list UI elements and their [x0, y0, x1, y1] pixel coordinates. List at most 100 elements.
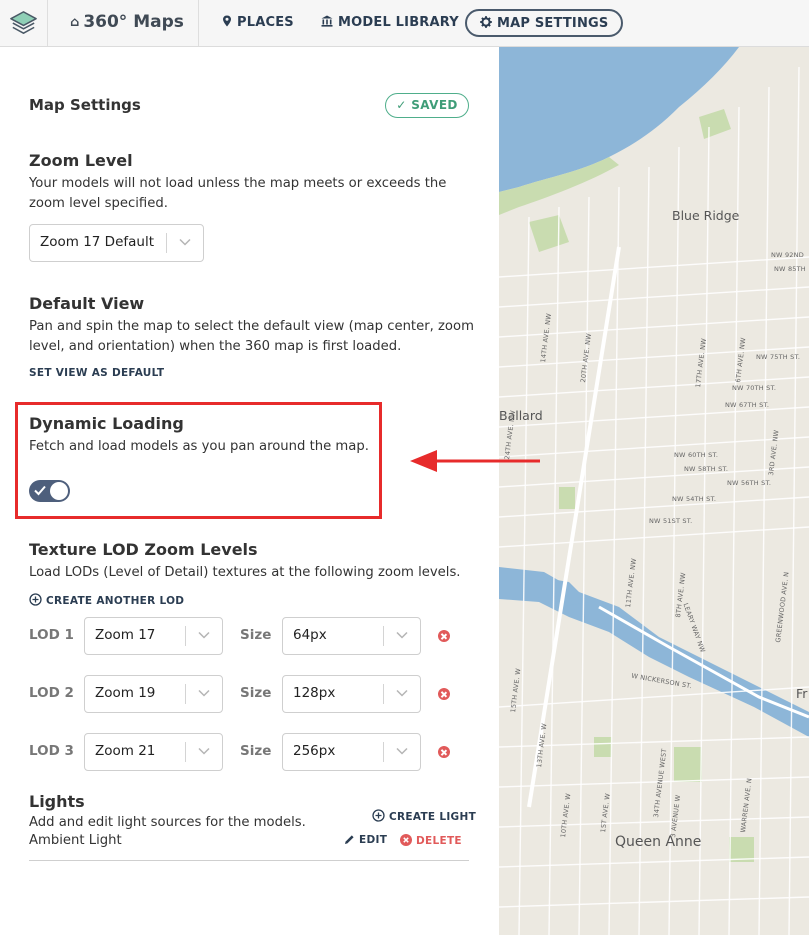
- chevron-down-icon: [198, 631, 210, 639]
- lod-1-label: LOD 1: [29, 627, 74, 643]
- lod-2-label: LOD 2: [29, 685, 74, 701]
- lod-3-label: LOD 3: [29, 743, 74, 759]
- check-icon: [34, 485, 46, 496]
- lod-3-size-value: 256px: [293, 743, 336, 759]
- home-icon: ⌂: [70, 15, 80, 30]
- select-divider: [166, 233, 167, 253]
- lod-1-zoom-value: Zoom 17: [95, 627, 156, 643]
- delete-light-button[interactable]: DELETE: [400, 834, 462, 847]
- default-view-title: Default View: [29, 294, 145, 313]
- street-label: NW 92ND: [771, 251, 804, 259]
- lod-1-zoom-select[interactable]: Zoom 17: [84, 617, 223, 655]
- lights-divider: [29, 860, 469, 861]
- texture-lod-title: Texture LOD Zoom Levels: [29, 540, 258, 559]
- select-divider: [185, 684, 186, 704]
- lod-2-zoom-value: Zoom 19: [95, 685, 156, 701]
- dynamic-loading-title: Dynamic Loading: [29, 414, 184, 433]
- edit-light-label: EDIT: [359, 834, 388, 846]
- lod-2-size-label: Size: [240, 685, 272, 701]
- nav-map-settings[interactable]: MAP SETTINGS: [465, 9, 624, 37]
- remove-lod-3-icon[interactable]: [438, 746, 450, 758]
- brand-link[interactable]: ⌂ 360° Maps: [70, 12, 184, 32]
- light-name: Ambient Light: [29, 833, 122, 848]
- map-view[interactable]: Blue Ridge Ballard Queen Anne Fr NW 92ND…: [499, 47, 809, 935]
- place-label: Blue Ridge: [672, 208, 740, 223]
- lod-3-zoom-value: Zoom 21: [95, 743, 156, 759]
- place-label: Queen Anne: [615, 834, 702, 850]
- dynamic-loading-toggle[interactable]: [29, 480, 70, 502]
- place-label: Fr: [796, 686, 808, 701]
- street-label: NW 51ST ST.: [649, 517, 693, 525]
- gear-icon: [480, 16, 492, 28]
- check-icon: ✓: [396, 98, 412, 112]
- select-divider: [383, 684, 384, 704]
- nav-model-library-label: MODEL LIBRARY: [338, 15, 459, 30]
- street-label: NW 85TH: [774, 265, 806, 273]
- top-navbar: ⌂ 360° Maps PLACES MODEL LIBRARY MAP SETT…: [0, 0, 809, 47]
- zoom-level-description: Your models will not load unless the map…: [29, 176, 447, 211]
- lod-1-size-label: Size: [240, 627, 272, 643]
- nav-divider: [198, 0, 199, 46]
- zoom-level-value: Zoom 17 Default: [40, 234, 155, 250]
- chevron-down-icon: [396, 631, 408, 639]
- chevron-down-icon: [198, 689, 210, 697]
- street-label: NW 75TH ST.: [756, 353, 801, 361]
- street-label: NW 67TH ST.: [725, 401, 770, 409]
- pencil-icon: [345, 835, 354, 844]
- lights-description: Add and edit light sources for the model…: [29, 815, 306, 830]
- set-view-as-default-button[interactable]: SET VIEW AS DEFAULT: [29, 367, 164, 379]
- street-label: NW 54TH ST.: [672, 495, 717, 503]
- plus-circle-icon: [372, 809, 385, 822]
- lod-3-zoom-select[interactable]: Zoom 21: [84, 733, 223, 771]
- create-another-lod-button[interactable]: CREATE ANOTHER LOD: [29, 593, 184, 607]
- chevron-down-icon: [396, 747, 408, 755]
- annotation-arrow-icon: [410, 450, 540, 472]
- remove-lod-1-icon[interactable]: [438, 630, 450, 642]
- lod-1-size-value: 64px: [293, 627, 327, 643]
- select-divider: [185, 626, 186, 646]
- saved-badge: ✓ SAVED: [385, 93, 469, 118]
- lod-2-size-select[interactable]: 128px: [282, 675, 421, 713]
- edit-light-button[interactable]: EDIT: [344, 834, 387, 846]
- street-label: NW 58TH ST.: [684, 465, 729, 473]
- layers-logo-icon[interactable]: [8, 8, 39, 39]
- chevron-down-icon: [179, 238, 191, 246]
- remove-lod-2-icon[interactable]: [438, 688, 450, 700]
- nav-map-settings-label: MAP SETTINGS: [497, 16, 609, 31]
- lights-title: Lights: [29, 792, 85, 811]
- zoom-level-title: Zoom Level: [29, 151, 133, 170]
- settings-panel: Map Settings ✓ SAVED Zoom Level Your mod…: [0, 47, 499, 935]
- bank-icon: [321, 15, 333, 27]
- street-label: NW 60TH ST.: [674, 451, 719, 459]
- brand-name: 360° Maps: [83, 12, 184, 32]
- map-pin-icon: [223, 15, 231, 27]
- close-circle-icon: [400, 834, 412, 846]
- nav-divider: [47, 0, 48, 46]
- panel-title: Map Settings: [29, 96, 141, 114]
- lod-1-size-select[interactable]: 64px: [282, 617, 421, 655]
- chevron-down-icon: [198, 747, 210, 755]
- default-view-description: Pan and spin the map to select the defau…: [29, 319, 474, 354]
- street-label: NW 70TH ST.: [732, 384, 777, 392]
- delete-light-label: DELETE: [416, 835, 462, 847]
- lod-3-size-select[interactable]: 256px: [282, 733, 421, 771]
- nav-places[interactable]: PLACES: [222, 15, 294, 30]
- street-label: NW 56TH ST.: [727, 479, 772, 487]
- plus-circle-icon: [29, 593, 42, 606]
- zoom-level-select[interactable]: Zoom 17 Default: [29, 224, 204, 262]
- texture-lod-description: Load LODs (Level of Detail) textures at …: [29, 565, 461, 580]
- dynamic-loading-description: Fetch and load models as you pan around …: [29, 439, 369, 454]
- create-light-button[interactable]: CREATE LIGHT: [372, 809, 476, 823]
- lod-3-size-label: Size: [240, 743, 272, 759]
- lod-2-zoom-select[interactable]: Zoom 19: [84, 675, 223, 713]
- nav-model-library[interactable]: MODEL LIBRARY: [321, 15, 459, 30]
- select-divider: [383, 742, 384, 762]
- lod-2-size-value: 128px: [293, 685, 336, 701]
- saved-badge-label: SAVED: [411, 98, 458, 112]
- nav-places-label: PLACES: [237, 15, 294, 30]
- create-another-lod-label: CREATE ANOTHER LOD: [46, 595, 185, 607]
- chevron-down-icon: [396, 689, 408, 697]
- toggle-knob: [50, 482, 68, 500]
- place-label: Ballard: [499, 408, 543, 423]
- select-divider: [185, 742, 186, 762]
